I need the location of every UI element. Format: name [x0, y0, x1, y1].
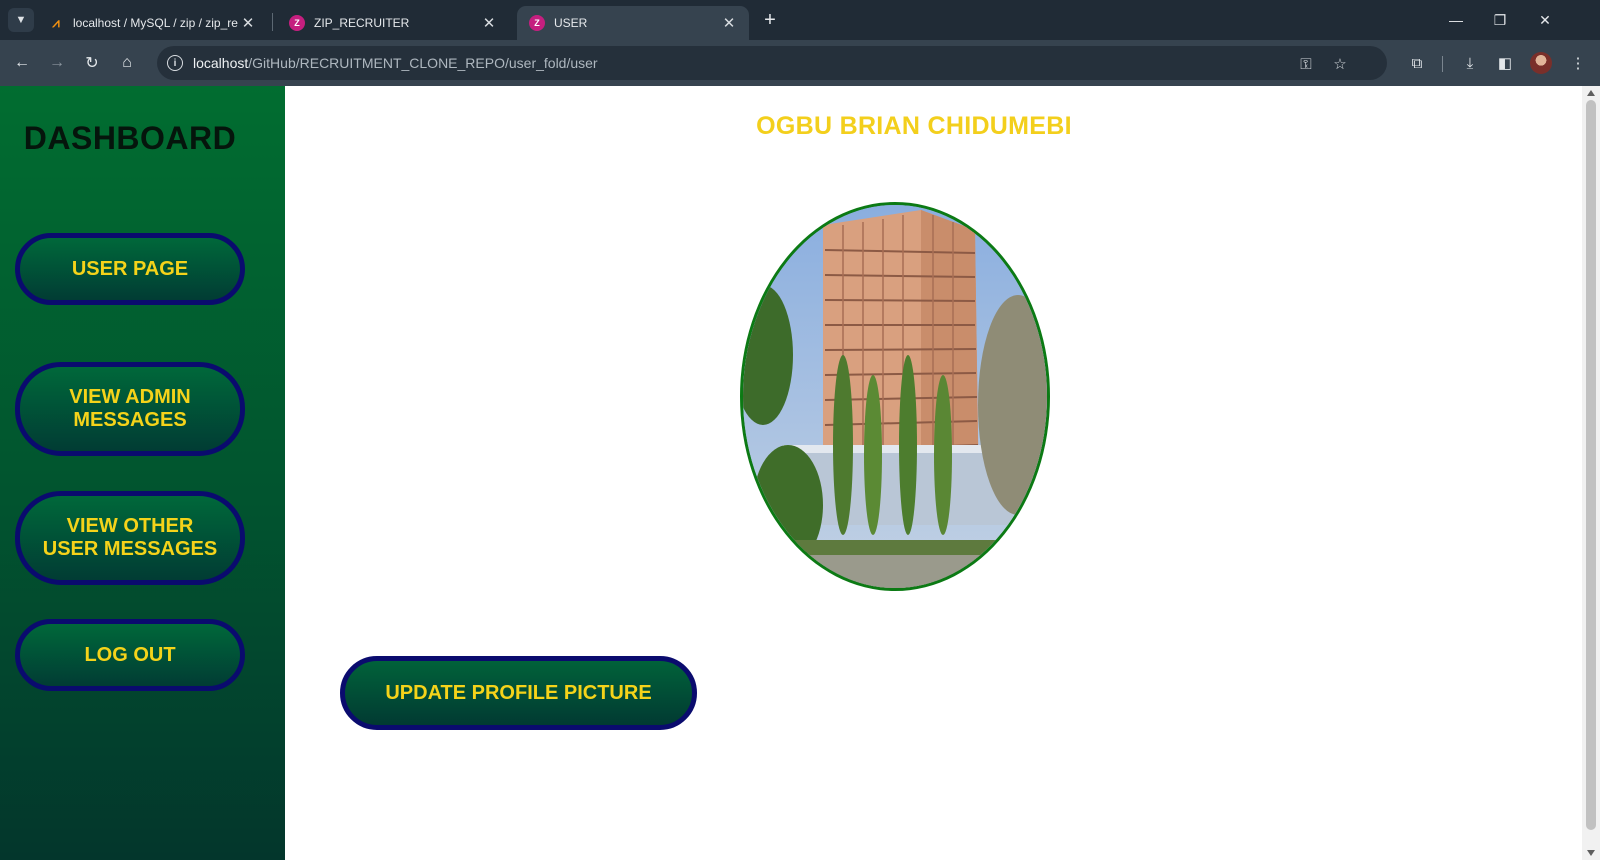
- bookmark-star-icon[interactable]: ☆: [1329, 53, 1351, 75]
- close-icon[interactable]: ✕: [721, 14, 737, 32]
- log-out-button[interactable]: LOG OUT: [15, 619, 245, 691]
- update-profile-picture-button[interactable]: UPDATE PROFILE PICTURE: [340, 656, 697, 730]
- menu-kebab-icon[interactable]: ⋮: [1566, 51, 1590, 75]
- scroll-up-arrow-icon[interactable]: [1587, 90, 1595, 96]
- close-icon[interactable]: ✕: [481, 14, 497, 32]
- reload-icon[interactable]: ↻: [80, 51, 104, 75]
- site-info-icon[interactable]: i: [167, 55, 183, 71]
- back-arrow-icon[interactable]: ←: [10, 51, 34, 75]
- dashboard-title: DASHBOARD: [23, 120, 237, 156]
- scrollbar-thumb[interactable]: [1586, 100, 1596, 830]
- view-other-user-messages-button[interactable]: VIEW OTHER USER MESSAGES: [15, 491, 245, 585]
- phpmyadmin-icon: ⩘: [52, 15, 60, 30]
- profile-avatar[interactable]: [1530, 52, 1552, 74]
- view-admin-messages-button[interactable]: VIEW ADMIN MESSAGES: [15, 362, 245, 456]
- site-favicon-icon: Z: [289, 15, 305, 31]
- url-host: localhost: [193, 55, 249, 71]
- main-content: OGBU BRIAN CHIDUMEBI UPDATE PROFILE PICT…: [285, 86, 1582, 860]
- url-text[interactable]: localhost/GitHub/RECRUITMENT_CLONE_REPO/…: [193, 55, 598, 71]
- close-icon[interactable]: ✕: [240, 14, 256, 32]
- dashboard-sidebar: DASHBOARD USER PAGE VIEW ADMIN MESSAGES …: [0, 86, 285, 860]
- tab-separator: [272, 13, 273, 31]
- toolbar-divider: [1442, 56, 1443, 72]
- close-window-icon[interactable]: ✕: [1533, 8, 1557, 32]
- page-scrollbar[interactable]: [1582, 86, 1600, 860]
- minimize-icon[interactable]: —: [1444, 8, 1468, 32]
- download-icon[interactable]: ⤓: [1458, 51, 1482, 75]
- browser-tab-phpmyadmin[interactable]: ⩘ localhost / MySQL / zip / zip_re ✕: [36, 6, 268, 40]
- url-path: /GitHub/RECRUITMENT_CLONE_REPO/user_fold…: [248, 55, 598, 71]
- new-tab-plus-icon[interactable]: +: [758, 8, 782, 32]
- tab-search-button[interactable]: ▼: [8, 8, 34, 32]
- browser-toolbar: ← → ↻ ⌂ i localhost/GitHub/RECRUITMENT_C…: [0, 40, 1600, 86]
- chevron-down-icon: ▼: [15, 14, 27, 26]
- site-favicon-icon: Z: [529, 15, 545, 31]
- extensions-puzzle-icon[interactable]: ⧉: [1405, 51, 1429, 75]
- user-page-button[interactable]: USER PAGE: [15, 233, 245, 305]
- scroll-down-arrow-icon[interactable]: [1587, 850, 1595, 856]
- side-panel-icon[interactable]: ◧: [1493, 51, 1517, 75]
- user-name-heading: OGBU BRIAN CHIDUMEBI: [756, 112, 1072, 140]
- tab-title: localhost / MySQL / zip / zip_re: [73, 16, 238, 30]
- tab-title: USER: [554, 16, 588, 30]
- browser-tab-bar: ▼ ⩘ localhost / MySQL / zip / zip_re ✕ Z…: [0, 0, 1600, 40]
- tab-title: ZIP_RECRUITER: [314, 16, 410, 30]
- password-key-icon[interactable]: ⚿: [1295, 53, 1317, 75]
- profile-picture-building-image: [743, 205, 1047, 588]
- restore-window-icon[interactable]: ❐: [1488, 8, 1512, 32]
- home-icon[interactable]: ⌂: [115, 51, 139, 75]
- address-bar[interactable]: i localhost/GitHub/RECRUITMENT_CLONE_REP…: [157, 46, 1387, 80]
- profile-picture: [740, 202, 1050, 591]
- browser-tab-user[interactable]: Z USER ✕: [517, 6, 749, 40]
- browser-tab-zip-recruiter[interactable]: Z ZIP_RECRUITER ✕: [277, 6, 509, 40]
- page-viewport: DASHBOARD USER PAGE VIEW ADMIN MESSAGES …: [0, 86, 1600, 860]
- forward-arrow-icon[interactable]: →: [45, 51, 69, 75]
